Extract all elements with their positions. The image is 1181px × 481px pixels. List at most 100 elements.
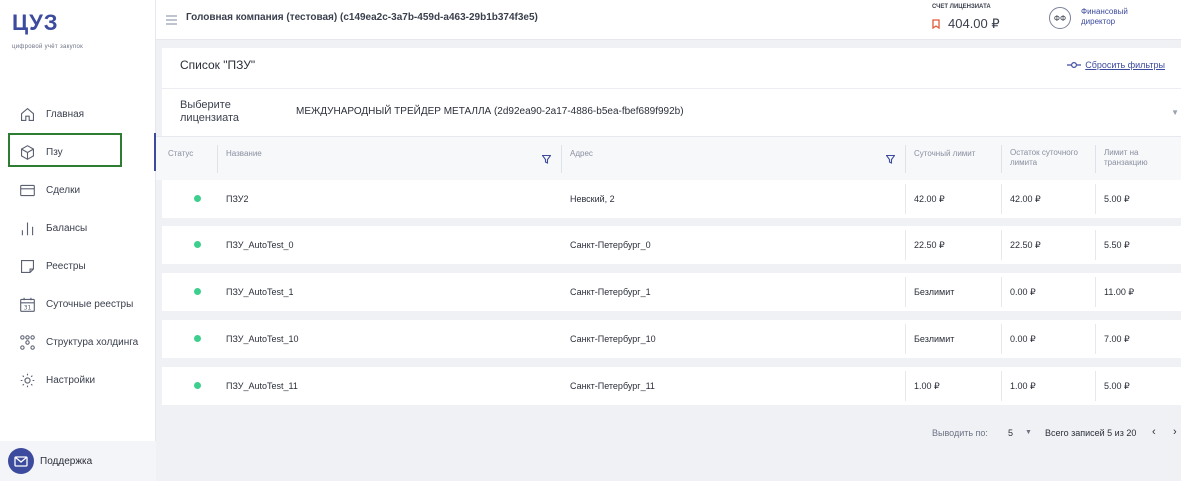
- cell-divider: [1095, 277, 1096, 307]
- table-row[interactable]: ПЗУ_AutoTest_11 Санкт-Петербург_11 1.00 …: [162, 367, 1181, 405]
- cell-divider: [1001, 371, 1002, 401]
- sidebar-item-pzu[interactable]: Пзу: [0, 133, 156, 171]
- sidebar-item-label: Настройки: [46, 374, 96, 386]
- column-divider: [1001, 145, 1002, 173]
- sidebar-item-deals[interactable]: Сделки: [0, 171, 156, 209]
- chevron-down-icon[interactable]: ▼: [1171, 108, 1179, 117]
- column-daily-remaining: Остаток суточного лимита: [1010, 148, 1078, 167]
- cell-divider: [1095, 371, 1096, 401]
- document-icon: [18, 257, 36, 275]
- cell-daily-remaining: 0.00 ₽: [1010, 287, 1036, 297]
- cell-daily-limit: Безлимит: [914, 334, 955, 344]
- table-row[interactable]: ПЗУ_AutoTest_10 Санкт-Петербург_10 Безли…: [162, 320, 1181, 358]
- bookmark-icon: [932, 19, 940, 29]
- column-divider: [905, 145, 906, 173]
- menu-icon[interactable]: [166, 12, 177, 30]
- status-indicator: [194, 288, 201, 295]
- sidebar-item-label: Балансы: [46, 222, 88, 234]
- cell-name: ПЗУ2: [226, 194, 249, 204]
- cell-address: Санкт-Петербург_0: [570, 240, 651, 250]
- address-filter-icon[interactable]: [885, 151, 896, 169]
- cell-daily-remaining: 0.00 ₽: [1010, 334, 1036, 344]
- table-row[interactable]: ПЗУ2 Невский, 2 42.00 ₽ 42.00 ₽ 5.00 ₽: [162, 180, 1181, 218]
- cell-divider: [1001, 230, 1002, 260]
- cell-tx-limit: 5.50 ₽: [1104, 240, 1130, 250]
- chevron-right-icon[interactable]: ›: [1173, 426, 1177, 438]
- per-page-select[interactable]: 5: [1008, 428, 1013, 438]
- licensee-selector[interactable]: Выберите лицензиата МЕЖДУНАРОДНЫЙ ТРЕЙДЕ…: [162, 88, 1181, 136]
- name-filter-icon[interactable]: [541, 151, 552, 169]
- sidebar-item-label: Главная: [46, 108, 85, 120]
- chevron-down-icon[interactable]: ▼: [1025, 429, 1032, 436]
- cell-daily-remaining: 22.50 ₽: [1010, 240, 1041, 250]
- cell-address: Санкт-Петербург_10: [570, 334, 656, 344]
- sidebar-item-label: Структура холдинга: [46, 336, 139, 348]
- hierarchy-icon: [18, 333, 36, 351]
- sidebar-item-holding-structure[interactable]: Структура холдинга: [0, 323, 156, 361]
- page-header: Список "ПЗУ" Сбросить фильтры: [162, 48, 1181, 88]
- cell-daily-remaining: 42.00 ₽: [1010, 194, 1041, 204]
- home-icon: [18, 105, 36, 123]
- cell-divider: [1095, 324, 1096, 354]
- cell-tx-limit: 7.00 ₽: [1104, 334, 1130, 344]
- avatar[interactable]: ФФ: [1049, 7, 1071, 29]
- sidebar-item-daily-registries[interactable]: 31 Суточные реестры: [0, 285, 156, 323]
- pagination: Выводить по: 5 ▼ Всего записей 5 из 20 ‹…: [156, 426, 1181, 442]
- cell-divider: [905, 371, 906, 401]
- sidebar-item-settings[interactable]: Настройки: [0, 361, 156, 399]
- logo-subtitle: цифровой учёт закупок: [12, 44, 84, 50]
- table-header: Статус Название Адрес Суточный лимит Ост…: [156, 136, 1181, 180]
- per-page-label: Выводить по:: [932, 428, 988, 438]
- column-status: Статус: [168, 149, 194, 158]
- chevron-left-icon[interactable]: ‹: [1152, 426, 1156, 438]
- cell-tx-limit: 5.00 ₽: [1104, 381, 1130, 391]
- active-highlight: [8, 133, 122, 167]
- status-indicator: [194, 382, 201, 389]
- cell-tx-limit: 5.00 ₽: [1104, 194, 1130, 204]
- card-icon: [18, 181, 36, 199]
- account-balance: 404.00 ₽: [932, 16, 1000, 32]
- cell-divider: [905, 184, 906, 214]
- company-name: Головная компания (тестовая) (c149ea2c-3…: [186, 12, 538, 23]
- cell-daily-limit: 22.50 ₽: [914, 240, 945, 250]
- main-content: Список "ПЗУ" Сбросить фильтры Выберите л…: [156, 40, 1181, 481]
- cell-name: ПЗУ_AutoTest_11: [226, 381, 298, 391]
- cell-daily-remaining: 1.00 ₽: [1010, 381, 1036, 391]
- cell-daily-limit: Безлимит: [914, 287, 955, 297]
- column-name: Название: [226, 149, 262, 158]
- top-bar: Головная компания (тестовая) (c149ea2c-3…: [156, 0, 1181, 40]
- total-records: Всего записей 5 из 20: [1045, 428, 1137, 438]
- logo: ЦУЗ: [12, 10, 59, 35]
- cell-daily-limit: 1.00 ₽: [914, 381, 940, 391]
- gear-icon: [18, 371, 36, 389]
- support-button[interactable]: Поддержка: [0, 441, 156, 481]
- column-tx-limit: Лимит на транзакцию: [1104, 148, 1148, 167]
- cell-divider: [1095, 230, 1096, 260]
- column-address: Адрес: [570, 149, 593, 158]
- cell-name: ПЗУ_AutoTest_1: [226, 287, 294, 297]
- page-title: Список "ПЗУ": [180, 58, 256, 72]
- user-role[interactable]: Финансовый директор: [1081, 7, 1151, 27]
- sidebar-item-balances[interactable]: Балансы: [0, 209, 156, 247]
- sidebar-item-label: Реестры: [46, 260, 86, 272]
- sidebar-item-home[interactable]: Главная: [0, 95, 156, 133]
- reset-filters-link[interactable]: Сбросить фильтры: [1067, 60, 1165, 70]
- column-daily-limit: Суточный лимит: [914, 149, 976, 158]
- cell-name: ПЗУ_AutoTest_0: [226, 240, 294, 250]
- cell-divider: [1001, 277, 1002, 307]
- licensee-value: МЕЖДУНАРОДНЫЙ ТРЕЙДЕР МЕТАЛЛА (2d92ea90-…: [296, 106, 684, 117]
- calendar-icon: 31: [18, 295, 36, 313]
- table-row[interactable]: ПЗУ_AutoTest_0 Санкт-Петербург_0 22.50 ₽…: [162, 226, 1181, 264]
- filter-reset-icon: [1067, 62, 1082, 68]
- sidebar-item-registries[interactable]: Реестры: [0, 247, 156, 285]
- cell-divider: [1095, 184, 1096, 214]
- support-label: Поддержка: [40, 455, 93, 467]
- cell-address: Невский, 2: [570, 194, 615, 204]
- status-indicator: [194, 241, 201, 248]
- reset-filters-label: Сбросить фильтры: [1085, 60, 1165, 70]
- table-row[interactable]: ПЗУ_AutoTest_1 Санкт-Петербург_1 Безлими…: [162, 273, 1181, 311]
- account-label: СЧЕТ ЛИЦЕНЗИАТА: [932, 4, 991, 10]
- calendar-day: 31: [23, 304, 31, 311]
- cell-divider: [905, 230, 906, 260]
- cell-address: Санкт-Петербург_11: [570, 381, 655, 391]
